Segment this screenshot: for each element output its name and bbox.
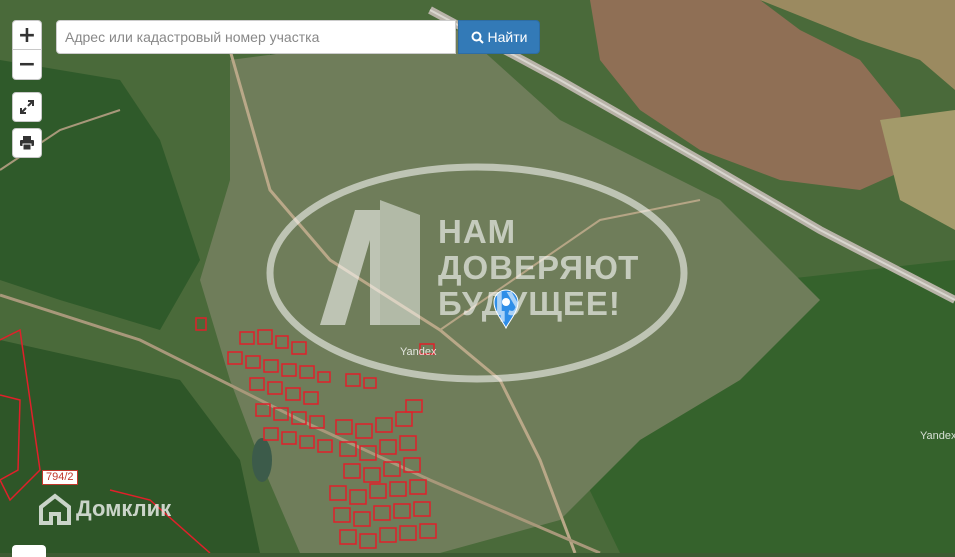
parcel-number-label[interactable]: 794/2 (42, 470, 78, 485)
search-button[interactable]: Найти (458, 20, 540, 54)
search-icon (471, 31, 484, 44)
zoom-in-label: + (17, 22, 37, 48)
domclick-logo: Домклик (38, 492, 171, 526)
expand-icon (20, 100, 34, 114)
watermark-line-3: БУДУЩЕЕ! (438, 285, 621, 322)
watermark-line-2: ДОВЕРЯЮТ (438, 249, 640, 286)
watermark-text: НАМ ДОВЕРЯЮТ БУДУЩЕЕ! (438, 214, 639, 322)
domclick-text: Домклик (76, 496, 172, 521)
search-button-label: Найти (487, 29, 528, 45)
zoom-out-label: − (17, 52, 37, 77)
map-corner-control[interactable] (12, 545, 46, 557)
print-button[interactable] (12, 128, 42, 158)
watermark-line-1: НАМ (438, 213, 517, 250)
print-icon (20, 136, 34, 150)
domclick-house-icon (39, 493, 71, 525)
zoom-in-button[interactable]: + (12, 20, 42, 50)
fullscreen-button[interactable] (12, 92, 42, 122)
zoom-out-button[interactable]: − (12, 50, 42, 80)
yandex-watermark: Yandex (400, 346, 437, 358)
yandex-watermark: Yandex (920, 430, 955, 442)
search-input[interactable] (56, 20, 456, 54)
